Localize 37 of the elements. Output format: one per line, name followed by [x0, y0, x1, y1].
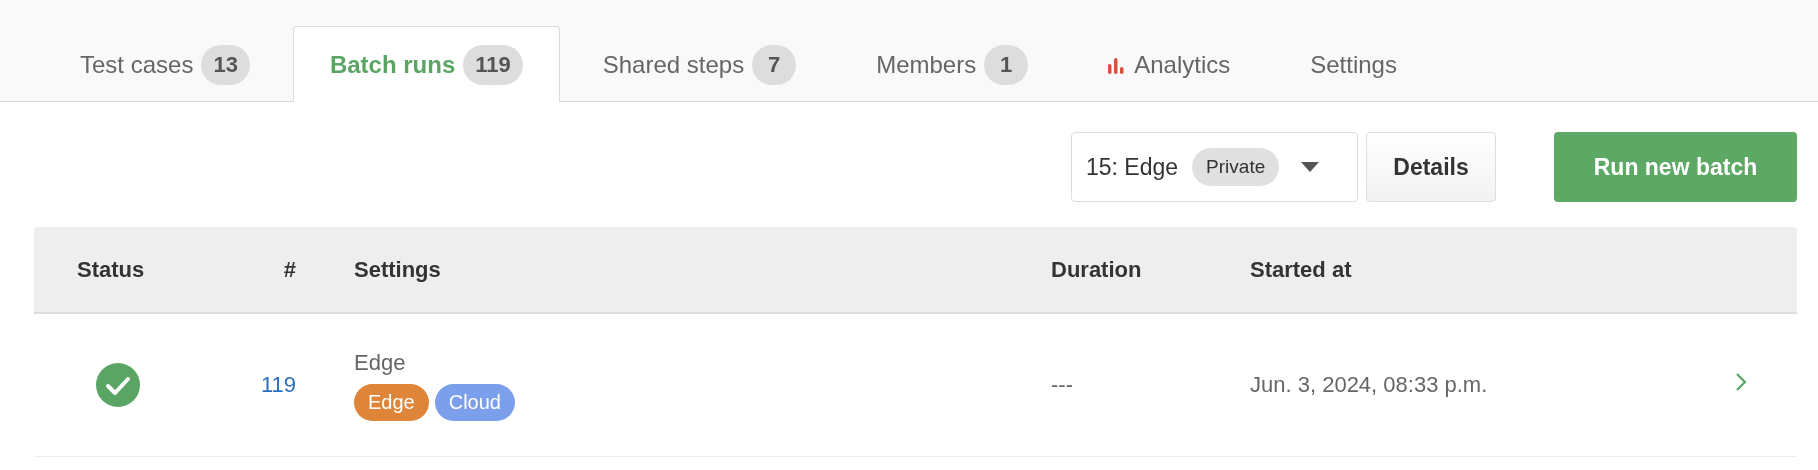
count-badge: 1 [984, 45, 1029, 85]
run-new-batch-button[interactable]: Run new batch [1554, 132, 1797, 202]
tab[interactable]: Shared steps 7 [565, 27, 834, 102]
tab-label: Analytics [1134, 51, 1231, 79]
tag: Cloud [434, 383, 515, 421]
count-badge: 119 [463, 44, 523, 85]
table-cell: --- [1051, 372, 1073, 397]
table-row[interactable]: 119 Edge Edge Cloud --- Jun. 3, 2024, 08:33 p.m. [34, 314, 1797, 457]
tab[interactable]: Members 1 [839, 27, 1066, 102]
bar-chart-icon [1108, 56, 1125, 74]
table-cell: Jun. 3, 2024, 08:33 p.m. [1250, 372, 1488, 397]
caret-icon [1301, 162, 1320, 172]
private-badge: Private [1192, 148, 1280, 186]
column-header: Started at [1250, 256, 1352, 282]
tab-label: Test cases [80, 51, 194, 79]
count-badge: 7 [752, 45, 797, 85]
column-header: Status [77, 256, 145, 283]
tab[interactable]: Test cases 13 [43, 27, 287, 102]
tab[interactable]: Settings [1273, 27, 1434, 102]
tab-label: Settings [1310, 51, 1397, 79]
tab-label: Shared steps [602, 51, 745, 79]
select-value: 15: Edge [1086, 153, 1179, 181]
run-number-link[interactable]: 119 [260, 372, 296, 397]
count-badge: 13 [201, 45, 250, 85]
chevron-right-icon[interactable] [1735, 372, 1747, 392]
details-button[interactable]: Details [1366, 132, 1496, 202]
check-circle-icon [96, 363, 140, 407]
column-header: # [283, 256, 296, 282]
config-select[interactable]: 15: Edge Private [1071, 132, 1358, 202]
tab-label: Batch runs [329, 50, 456, 79]
tab-label: Members [876, 51, 977, 79]
tag: Edge [354, 383, 429, 421]
settings-name: Edge [354, 349, 407, 376]
tab[interactable]: Analytics [1071, 27, 1268, 102]
tab[interactable]: Batch runs 119 [292, 26, 560, 102]
column-header: Settings [354, 256, 441, 282]
column-header: Duration [1051, 256, 1142, 282]
